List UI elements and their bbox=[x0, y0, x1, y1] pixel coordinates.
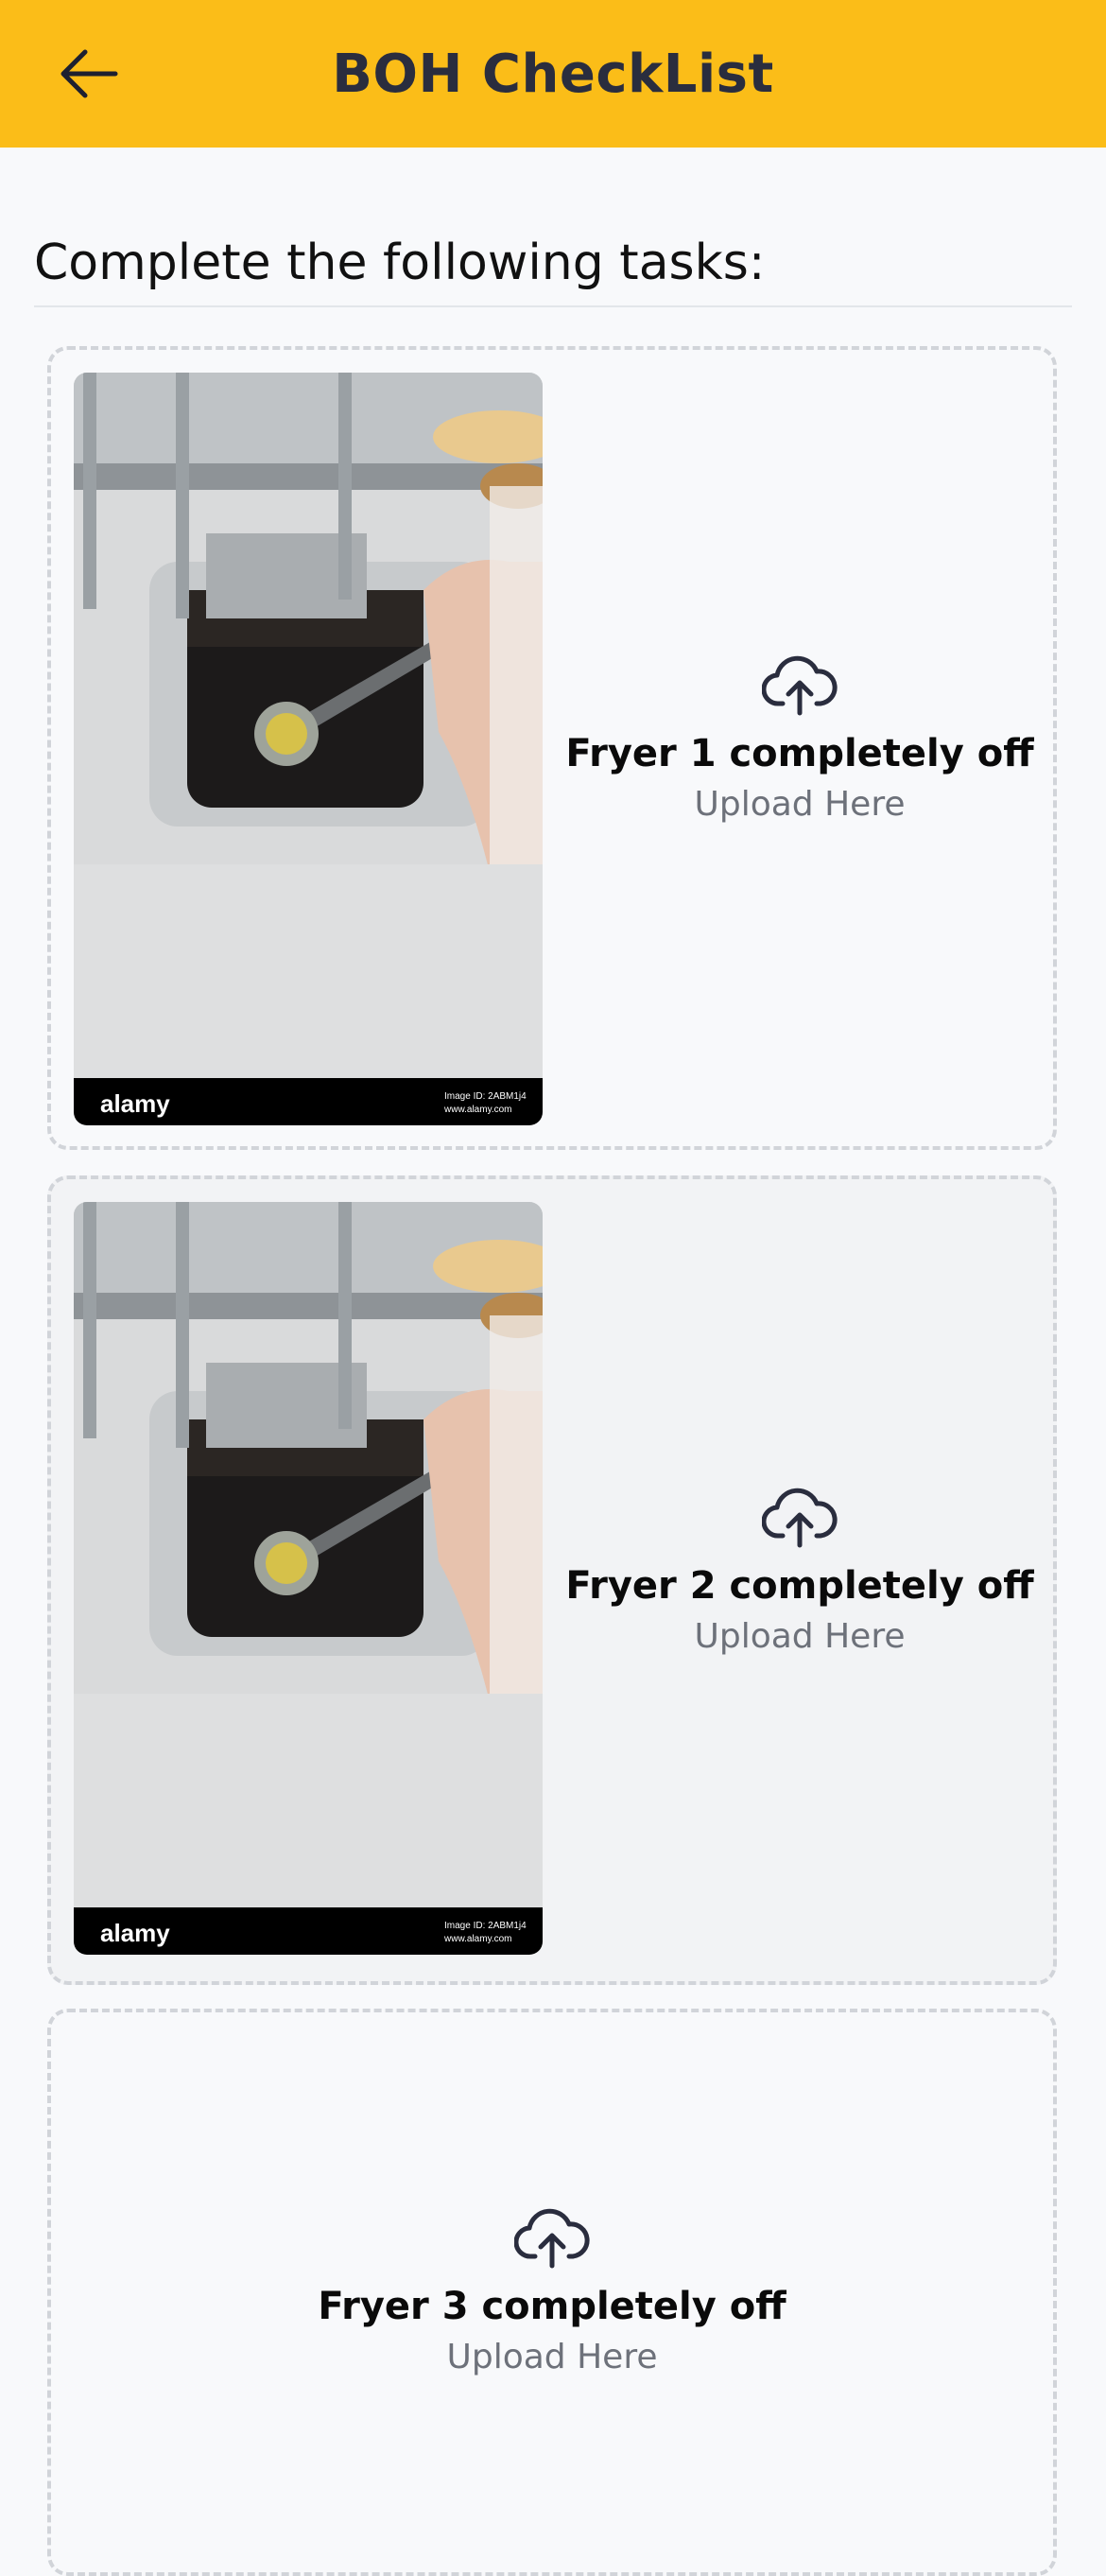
task-card-fryer-2[interactable]: alamy Image ID: 2ABM1j4 www.alamy.com Fr… bbox=[47, 1175, 1057, 1985]
watermark-logo: alamy bbox=[100, 1919, 170, 1947]
upload-area[interactable]: Fryer 2 completely off Upload Here bbox=[543, 1487, 1057, 1656]
task-label: Fryer 2 completely off bbox=[565, 1564, 1034, 1608]
svg-text:Image ID: 2ABM1j4: Image ID: 2ABM1j4 bbox=[444, 1921, 527, 1931]
watermark-logo: alamy bbox=[100, 1089, 170, 1118]
upload-area[interactable]: Fryer 1 completely off Upload Here bbox=[543, 654, 1057, 824]
cloud-upload-icon bbox=[762, 655, 838, 716]
svg-text:Image ID: 2ABM1j4: Image ID: 2ABM1j4 bbox=[444, 1091, 527, 1102]
svg-text:www.alamy.com: www.alamy.com bbox=[443, 1105, 512, 1115]
page-title: BOH CheckList bbox=[332, 43, 774, 105]
task-card-fryer-3[interactable]: Fryer 3 completely off Upload Here bbox=[47, 2009, 1057, 2576]
app-header: BOH CheckList bbox=[0, 0, 1106, 148]
task-label: Fryer 3 completely off bbox=[318, 2285, 786, 2328]
task-label: Fryer 1 completely off bbox=[565, 732, 1034, 775]
back-button[interactable] bbox=[55, 44, 123, 104]
upload-hint: Upload Here bbox=[446, 2338, 658, 2376]
section-title: Complete the following tasks: bbox=[34, 235, 766, 291]
task-photo[interactable]: alamy Image ID: 2ABM1j4 www.alamy.com bbox=[74, 1202, 543, 1955]
task-card-fryer-1[interactable]: alamy Image ID: 2ABM1j4 www.alamy.com Fr… bbox=[47, 346, 1057, 1150]
cloud-upload-icon bbox=[762, 1488, 838, 1548]
divider bbox=[34, 305, 1072, 307]
upload-hint: Upload Here bbox=[694, 1617, 906, 1656]
upload-hint: Upload Here bbox=[694, 785, 906, 824]
arrow-left-icon bbox=[60, 49, 118, 98]
task-photo[interactable]: alamy Image ID: 2ABM1j4 www.alamy.com bbox=[74, 373, 543, 1125]
upload-area[interactable]: Fryer 3 completely off Upload Here bbox=[51, 2207, 1053, 2376]
cloud-upload-icon bbox=[514, 2208, 590, 2269]
svg-text:www.alamy.com: www.alamy.com bbox=[443, 1934, 512, 1944]
